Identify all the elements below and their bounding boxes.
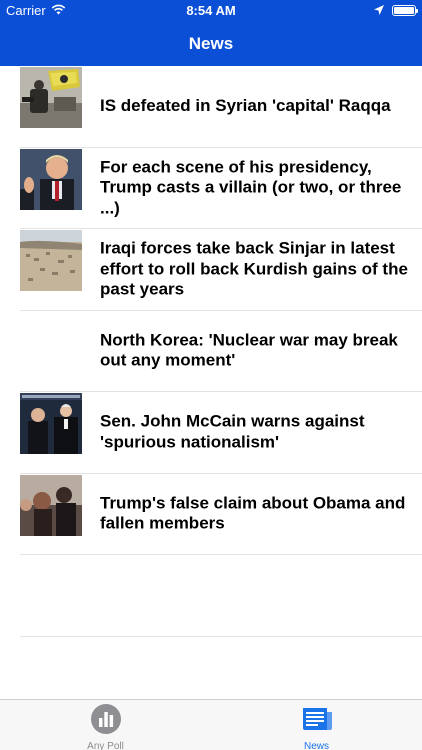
news-title: Trump's false claim about Obama and fall… (100, 493, 406, 533)
poll-chart-icon (90, 704, 121, 739)
newspaper-icon (301, 704, 333, 739)
battery-icon (392, 5, 418, 16)
tab-news[interactable]: News (211, 700, 422, 750)
tab-label: Any Poll (87, 741, 124, 750)
tab-label: News (303, 741, 329, 750)
news-thumbnail (20, 393, 82, 454)
news-item[interactable]: Sen. John McCain warns against 'spurious… (20, 392, 422, 474)
news-item[interactable]: Iraqi forces take back Sinjar in latest … (20, 229, 422, 311)
tab-any-poll[interactable]: Any Poll (0, 700, 211, 750)
tab-bar: Any Poll News (0, 699, 422, 750)
news-item[interactable]: IS defeated in Syrian 'capital' Raqqa (20, 66, 422, 148)
news-title: Sen. John McCain warns against 'spurious… (100, 411, 365, 452)
news-thumbnail (20, 148, 82, 210)
news-title: North Korea: 'Nuclear war may break out … (100, 330, 398, 370)
status-time: 8:54 AM (186, 3, 236, 18)
location-arrow-icon (374, 3, 384, 18)
news-title: Iraqi forces take back Sinjar in latest … (100, 238, 408, 299)
news-thumbnail (20, 230, 82, 291)
news-list[interactable]: IS defeated in Syrian 'capital' Raqqa Fo… (0, 66, 422, 637)
status-right (374, 3, 418, 18)
navigation-bar: News (0, 22, 422, 66)
news-title: For each scene of his presidency, Trump … (100, 157, 402, 217)
page-title: News (188, 34, 234, 53)
news-item[interactable]: Trump's false claim about Obama and fall… (20, 474, 422, 555)
status-bar: Carrier 8:54 AM (0, 0, 422, 22)
news-item[interactable]: North Korea: 'Nuclear war may break out … (20, 311, 422, 392)
news-title: IS defeated in Syrian 'capital' Raqqa (100, 96, 391, 115)
empty-row (20, 555, 422, 637)
news-item[interactable]: For each scene of his presidency, Trump … (20, 148, 422, 229)
news-thumbnail (20, 67, 82, 128)
news-thumbnail (20, 474, 82, 536)
